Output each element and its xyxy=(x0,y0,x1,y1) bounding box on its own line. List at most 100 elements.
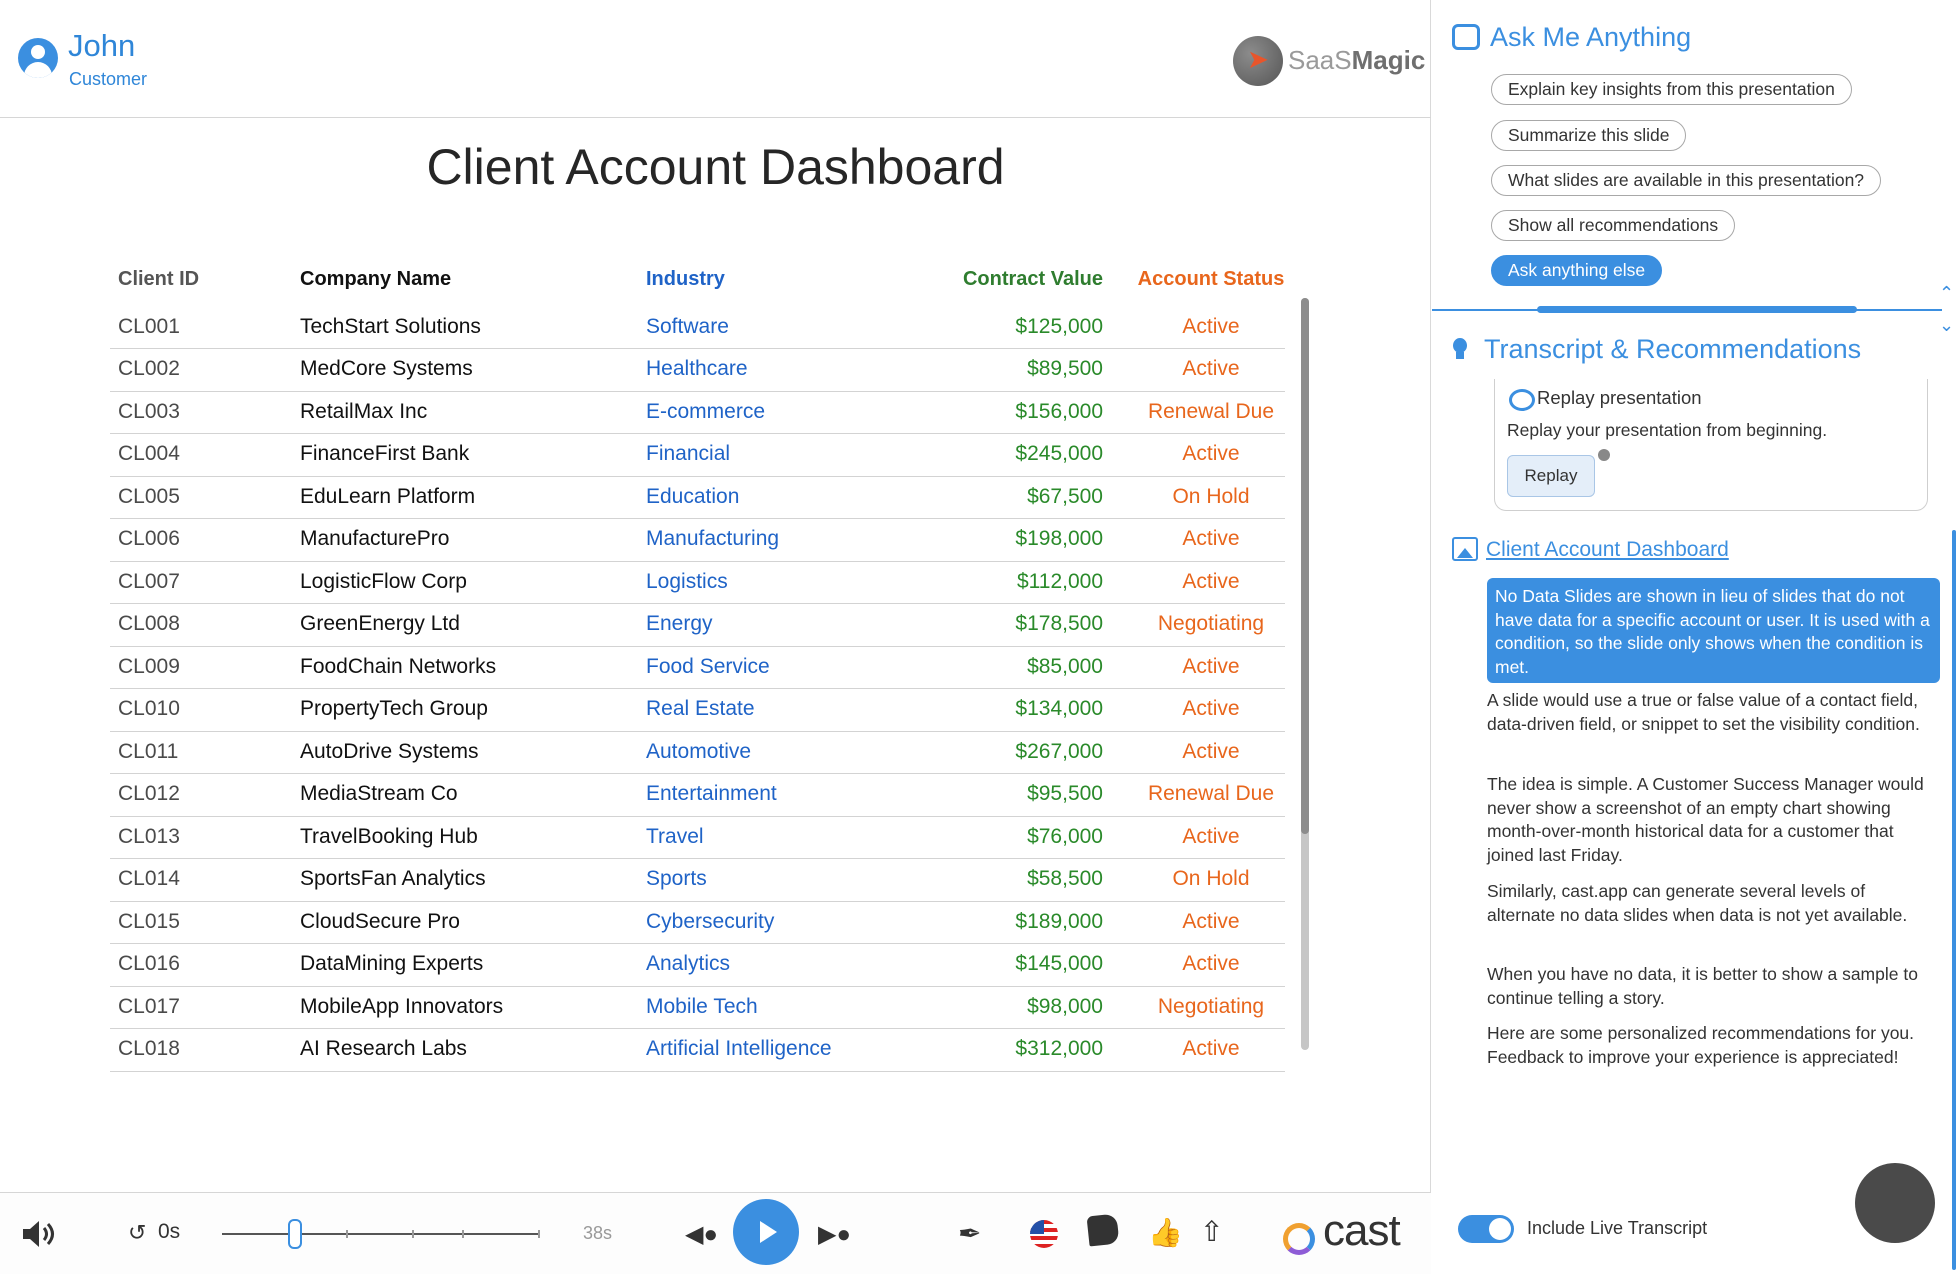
cell-company-name: DataMining Experts xyxy=(300,952,484,975)
cell-company-name: LogisticFlow Corp xyxy=(300,569,467,593)
previous-slide-icon[interactable]: ◀● xyxy=(685,1220,718,1249)
slide-link[interactable]: Client Account Dashboard xyxy=(1486,538,1729,562)
cell-account-status: Active xyxy=(1182,442,1240,465)
cell-contract-value: $76,000 xyxy=(1027,824,1103,848)
cell-account-status: Renewal Due xyxy=(1147,399,1275,423)
table-row: CL003 RetailMax Inc E-commerce $156,000 Rene… xyxy=(110,392,1285,434)
suggestion-chip[interactable]: Show all recommendations xyxy=(1491,210,1736,241)
cell-industry: Software xyxy=(646,314,729,338)
table-row: CL008 GreenEnergy Ltd Energy $178,500 Negoti… xyxy=(110,604,1285,647)
cell-client-id: CL009 xyxy=(118,654,180,678)
table-row: CL004 FinanceFirst Bank Financial $245,000 A… xyxy=(110,434,1285,477)
cell-contract-value: $98,000 xyxy=(1027,994,1103,1018)
cell-client-id: CL012 xyxy=(118,782,180,805)
cell-client-id: CL011 xyxy=(118,739,179,763)
table-row: CL001 TechStart Solutions Software $125,000… xyxy=(110,307,1285,349)
app-window: John Customer ➤ SaaSMagic Client Account… xyxy=(0,0,1958,1274)
cell-account-status: Active xyxy=(1182,527,1240,550)
brand-rocket-icon: ➤ xyxy=(1233,36,1283,86)
cell-client-id: CL005 xyxy=(118,484,180,508)
progress-handle[interactable] xyxy=(288,1219,302,1249)
table-header: Client ID Company Name Industry Contract… xyxy=(110,264,1285,307)
chevron-up-icon[interactable]: ⌃ xyxy=(1939,283,1954,304)
suggestion-chip[interactable]: Summarize this slide xyxy=(1491,120,1687,151)
live-transcript-label: Include Live Transcript xyxy=(1527,1218,1708,1238)
panel-resize-handle[interactable] xyxy=(1537,306,1857,313)
table-row: CL009 FoodChain Networks Food Service $85,0… xyxy=(110,647,1285,689)
chat-bubble-icon[interactable] xyxy=(1086,1213,1120,1247)
replay-icon xyxy=(1509,389,1535,411)
cast-logo-text: cast xyxy=(1323,1206,1401,1255)
cell-client-id: CL010 xyxy=(118,697,180,720)
cell-company-name: AutoDrive Systems xyxy=(300,739,479,763)
suggestion-chip[interactable]: Explain key insights from this presentat… xyxy=(1491,74,1852,105)
replay-card-title: Replay presentation xyxy=(1537,387,1702,408)
share-icon[interactable]: ⇧ xyxy=(1200,1215,1223,1248)
cell-contract-value: $95,500 xyxy=(1027,782,1103,805)
cell-industry: Food Service xyxy=(646,654,770,678)
cast-logo-icon xyxy=(1283,1223,1315,1255)
cell-client-id: CL018 xyxy=(118,1037,180,1060)
slide-title: Client Account Dashboard xyxy=(426,139,1005,195)
cell-contract-value: $267,000 xyxy=(1015,739,1103,763)
cell-account-status: Active xyxy=(1182,739,1240,763)
cell-account-status: Active xyxy=(1182,824,1240,848)
table-row: CL013 TravelBooking Hub Travel $76,000 Activ… xyxy=(110,817,1285,859)
cell-company-name: MedCore Systems xyxy=(300,357,473,380)
table-row: CL007 LogisticFlow Corp Logistics $112,000 A… xyxy=(110,562,1285,604)
volume-icon[interactable] xyxy=(20,1219,56,1249)
cell-account-status: Active xyxy=(1182,357,1240,380)
cell-account-status: Active xyxy=(1182,697,1240,720)
cell-industry: Artificial Intelligence xyxy=(646,1037,832,1060)
ask-anything-else-button[interactable]: Ask anything else xyxy=(1491,255,1663,286)
cell-company-name: TechStart Solutions xyxy=(300,314,481,338)
transcript-scrollbar[interactable] xyxy=(1952,530,1956,1270)
time-elapsed: 0s xyxy=(158,1220,181,1243)
progress-track[interactable] xyxy=(222,1230,540,1238)
user-role: Customer xyxy=(69,69,148,89)
cell-account-status: On Hold xyxy=(1172,867,1250,890)
cell-contract-value: $178,500 xyxy=(1015,612,1103,635)
chevron-down-icon[interactable]: ⌄ xyxy=(1939,315,1954,336)
cell-company-name: GreenEnergy Ltd xyxy=(300,612,460,635)
cell-contract-value: $156,000 xyxy=(1015,399,1103,423)
cell-industry: Financial xyxy=(646,442,731,465)
cell-industry: Education xyxy=(646,484,740,508)
cell-account-status: Active xyxy=(1182,314,1240,338)
cell-account-status: Active xyxy=(1182,1037,1240,1060)
rewind-icon[interactable]: ↺ xyxy=(128,1220,146,1246)
chat-icon xyxy=(1452,24,1480,50)
transcript-paragraph: Similarly, cast.app can generate several… xyxy=(1487,881,1908,925)
cell-company-name: EduLearn Platform xyxy=(300,484,476,508)
cell-client-id: CL003 xyxy=(118,399,180,423)
floating-action-button[interactable] xyxy=(1855,1163,1935,1243)
brand-logo-text: SaaSMagic xyxy=(1288,45,1426,75)
suggestion-chip[interactable]: What slides are available in this presen… xyxy=(1491,165,1882,196)
cell-account-status: Negotiating xyxy=(1157,612,1265,635)
thumbs-up-icon[interactable]: 👍 xyxy=(1148,1216,1183,1249)
play-button[interactable] xyxy=(733,1199,799,1265)
signpost-icon[interactable]: ✒ xyxy=(958,1217,981,1250)
cell-industry: E-commerce xyxy=(646,399,766,423)
user-name: John xyxy=(68,28,136,63)
user-avatar-icon[interactable] xyxy=(18,38,58,78)
cell-industry: Real Estate xyxy=(646,697,755,720)
slide-image-icon xyxy=(1452,537,1478,561)
next-slide-icon[interactable]: ▶● xyxy=(818,1220,851,1249)
cell-contract-value: $145,000 xyxy=(1015,952,1103,975)
table-body: CL001 TechStart Solutions Software $125,000… xyxy=(110,307,1285,1072)
cell-industry: Analytics xyxy=(646,952,731,975)
table-row: CL017 MobileApp Innovators Mobile Tech $98,… xyxy=(110,987,1285,1029)
live-transcript-toggle[interactable] xyxy=(1458,1215,1514,1243)
cell-company-name: SportsFan Analytics xyxy=(300,867,486,890)
table-row: CL005 EduLearn Platform Education $67,500 On… xyxy=(110,477,1285,519)
cell-contract-value: $112,000 xyxy=(1016,569,1103,593)
cell-contract-value: $312,000 xyxy=(1015,1037,1103,1060)
column-header-contract-value: Contract Value xyxy=(962,268,1103,290)
cell-client-id: CL016 xyxy=(118,952,180,975)
replay-button[interactable]: Replay xyxy=(1507,455,1595,497)
us-flag-icon[interactable] xyxy=(1030,1220,1058,1248)
table-scrollbar-thumb[interactable] xyxy=(1301,298,1309,834)
cell-client-id: CL001 xyxy=(118,314,180,338)
presentation-pane: John Customer ➤ SaaSMagic Client Account… xyxy=(0,0,1431,1274)
